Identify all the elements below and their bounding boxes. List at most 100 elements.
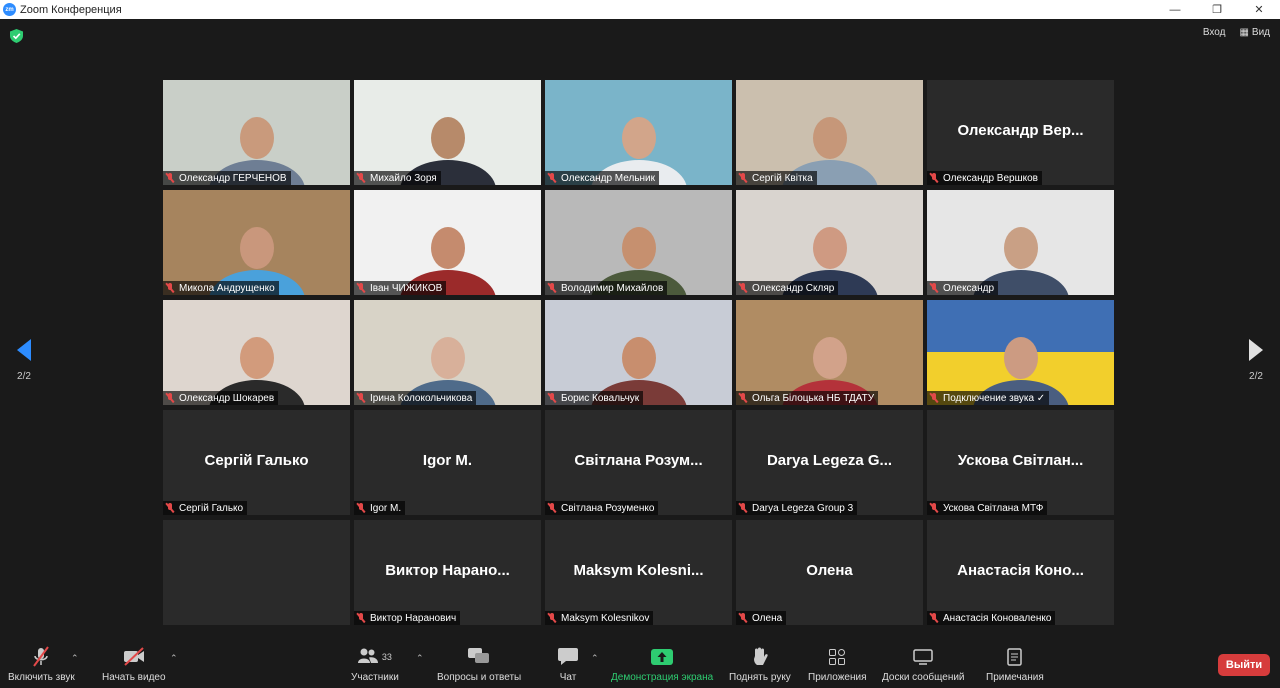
chat-button[interactable]: Чат [558, 646, 578, 683]
muted-mic-icon [356, 613, 366, 623]
participant-tile[interactable]: Олена Олена [736, 520, 923, 625]
participant-tile[interactable]: Олександр Шокарев [163, 300, 350, 405]
participant-name: Олександр Скляр [752, 282, 835, 294]
qa-button[interactable]: Вопросы и ответы [437, 646, 521, 683]
participant-display-name: Олена [806, 562, 853, 579]
leave-button[interactable]: Выйти [1218, 654, 1270, 676]
restore-button[interactable]: ❐ [1196, 0, 1238, 19]
prev-page-button[interactable]: 2/2 [14, 339, 34, 382]
participant-tile[interactable]: Микола Андрущенко [163, 190, 350, 295]
participant-tile[interactable]: Світлана Розум... Світлана Розуменко [545, 410, 732, 515]
participant-name-label: Darya Legeza Group 3 [736, 501, 858, 515]
video-options-caret[interactable]: ⌃ [170, 653, 178, 664]
arrow-right-icon [1249, 339, 1263, 361]
microphone-muted-icon [8, 646, 75, 668]
muted-mic-icon [738, 613, 748, 623]
participant-name-label: Олександр Шокарев [163, 391, 279, 405]
participant-tile[interactable]: Igor M. Igor M. [354, 410, 541, 515]
participant-display-name: Олександр Вер... [957, 122, 1084, 139]
whiteboard-icon [882, 646, 965, 668]
participant-name: Микола Андрущенко [179, 282, 275, 294]
participant-tile[interactable]: Олександр ГЕРЧЕНОВ [163, 80, 350, 185]
participant-name-label: Сергій Квітка [736, 171, 817, 185]
muted-mic-icon [929, 613, 939, 623]
notes-label: Примечания [986, 672, 1044, 683]
chat-options-caret[interactable]: ⌃ [591, 653, 599, 664]
view-button[interactable]: ▦ Вид [1239, 27, 1270, 38]
participant-tile[interactable]: Подключение звука ✓ [927, 300, 1114, 405]
participant-video [545, 190, 732, 295]
start-video-button[interactable]: Начать видео [102, 646, 166, 683]
participant-tile[interactable]: Darya Legeza G... Darya Legeza Group 3 [736, 410, 923, 515]
participant-name-label: Микола Андрущенко [163, 281, 279, 295]
minimize-button[interactable]: — [1154, 0, 1196, 19]
encryption-shield-icon[interactable] [10, 29, 23, 43]
participant-name-label: Ольга Білоцька НБ ТДАТУ [736, 391, 879, 405]
muted-mic-icon [356, 393, 366, 403]
participant-video [545, 80, 732, 185]
participant-display-name: Darya Legeza G... [766, 452, 893, 469]
next-page-button[interactable]: 2/2 [1246, 339, 1266, 382]
raise-hand-button[interactable]: Поднять руку [729, 646, 791, 683]
participant-tile[interactable]: Володимир Михайлов [545, 190, 732, 295]
participant-name: Darya Legeza Group 3 [752, 502, 854, 514]
participant-tile[interactable]: Олександр Вер... Олександр Вершков [927, 80, 1114, 185]
participant-tile[interactable]: Борис Ковальчук [545, 300, 732, 405]
audio-options-caret[interactable]: ⌃ [71, 653, 79, 664]
participant-display-name: Ускова Світлан... [957, 452, 1084, 469]
participant-tile[interactable]: Анастасія Коно... Анастасія Коноваленко [927, 520, 1114, 625]
enter-button[interactable]: Вход [1203, 27, 1226, 38]
participant-name-label: Олександр Вершков [927, 171, 1042, 185]
muted-mic-icon [929, 393, 939, 403]
participant-tile[interactable] [163, 520, 350, 625]
participant-video [354, 190, 541, 295]
apps-label: Приложения [808, 672, 867, 683]
muted-mic-icon [547, 173, 557, 183]
participant-tile[interactable]: Сергій Галько Сергій Галько [163, 410, 350, 515]
start-video-label: Начать видео [102, 672, 166, 683]
participant-tile[interactable]: Виктор Нарано... Виктор Наранович [354, 520, 541, 625]
participant-video [736, 190, 923, 295]
apps-icon [808, 646, 867, 668]
participant-name: Maksym Kolesnikov [561, 612, 650, 624]
participant-tile[interactable]: Михайло Зоря [354, 80, 541, 185]
close-button[interactable]: ✕ [1238, 0, 1280, 19]
chat-icon [558, 646, 578, 668]
notes-button[interactable]: Примечания [986, 646, 1044, 683]
participants-options-caret[interactable]: ⌃ [416, 653, 424, 664]
participant-name-label: Igor M. [354, 501, 406, 515]
apps-button[interactable]: Приложения [808, 646, 867, 683]
whiteboards-button[interactable]: Доски сообщений [882, 646, 965, 683]
participant-video [163, 80, 350, 185]
raise-hand-label: Поднять руку [729, 672, 791, 683]
participant-name: Виктор Наранович [370, 612, 457, 624]
unmute-button[interactable]: Включить звук [8, 646, 75, 683]
participant-name-label: Ускова Світлана МТФ [927, 501, 1048, 515]
participant-name: Борис Ковальчук [561, 392, 640, 404]
participant-name: Олександр Мельник [561, 172, 656, 184]
participants-label: Участники [351, 672, 399, 683]
participant-display-name: Світлана Розум... [574, 452, 703, 469]
participant-name: Анастасія Коноваленко [943, 612, 1052, 624]
participant-tile[interactable]: Сергій Квітка [736, 80, 923, 185]
participant-video [354, 300, 541, 405]
participant-tile[interactable]: Іван ЧИЖИКОВ [354, 190, 541, 295]
meeting-area: Вход ▦ Вид 2/2 2/2 Олександр ГЕРЧЕНОВ Миха… [0, 19, 1280, 640]
participant-video [354, 80, 541, 185]
share-screen-button[interactable]: Демонстрация экрана [611, 646, 713, 683]
muted-mic-icon [929, 173, 939, 183]
participant-tile[interactable]: Ірина Колокольчикова [354, 300, 541, 405]
participant-tile[interactable]: Maksym Kolesni... Maksym Kolesnikov [545, 520, 732, 625]
participant-tile[interactable]: Олександр Мельник [545, 80, 732, 185]
chat-label: Чат [559, 672, 577, 683]
participant-name: Олена [752, 612, 783, 624]
participant-tile[interactable]: Ольга Білоцька НБ ТДАТУ [736, 300, 923, 405]
participant-tile[interactable]: Олександр Скляр [736, 190, 923, 295]
participants-button[interactable]: 33 Участники [351, 646, 399, 683]
arrow-left-icon [17, 339, 31, 361]
participant-tile[interactable]: Ускова Світлан... Ускова Світлана МТФ [927, 410, 1114, 515]
muted-mic-icon [165, 393, 175, 403]
page-indicator-right: 2/2 [1249, 371, 1263, 382]
participant-tile[interactable]: Олександр [927, 190, 1114, 295]
whiteboards-label: Доски сообщений [882, 672, 965, 683]
